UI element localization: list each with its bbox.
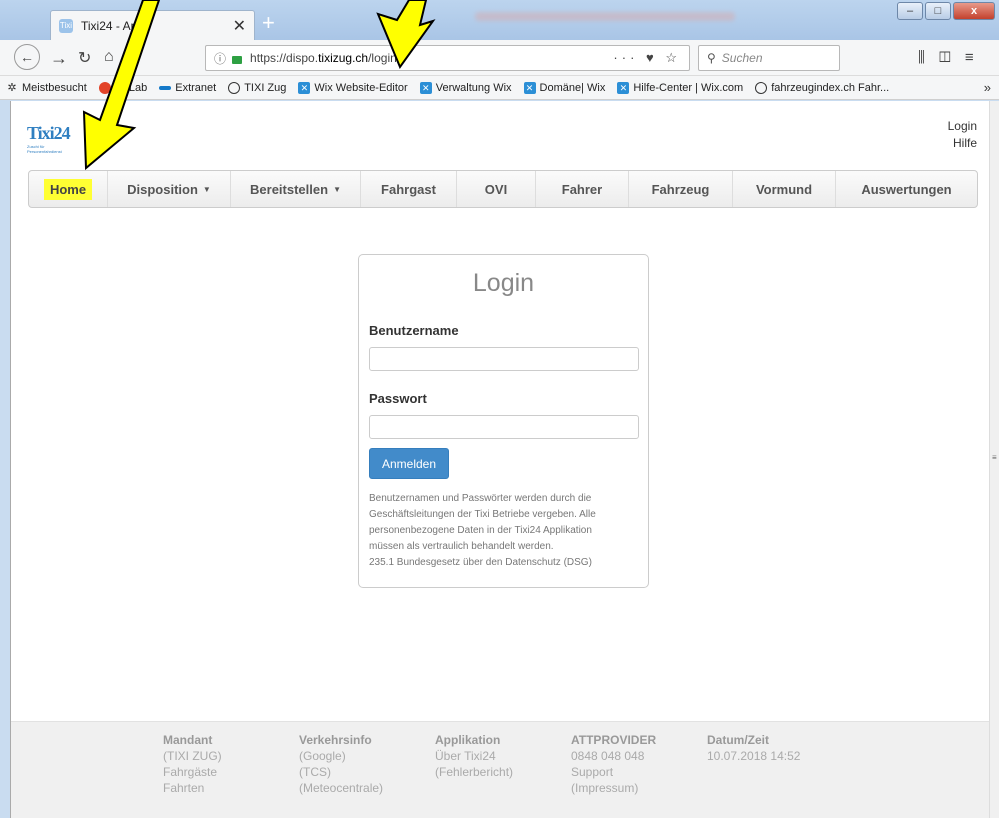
close-window-button[interactable]: x	[953, 2, 995, 20]
footer-link[interactable]: (Fehlerbericht)	[435, 764, 513, 780]
footer-link[interactable]: (Meteocentrale)	[299, 780, 383, 796]
globe-icon	[755, 81, 768, 94]
menu-item-fahrzeug[interactable]: Fahrzeug	[629, 171, 733, 207]
footer-link[interactable]: Support	[571, 764, 656, 780]
privacy-note: Benutzernamen und Passwörter werden durc…	[369, 493, 596, 568]
menu-icon[interactable]: ≡	[965, 49, 988, 66]
caret-down-icon: ▼	[333, 184, 341, 194]
close-tab-icon[interactable]: ✕	[233, 16, 246, 36]
tixi24-logo[interactable]: Tixi24 Zuschi für Personenfahrdienst	[27, 123, 71, 154]
help-link[interactable]: Hilfe	[948, 135, 977, 152]
bookmarks-overflow-button[interactable]: »	[984, 80, 991, 95]
new-tab-button[interactable]: +	[262, 10, 275, 36]
password-label: Passwort	[369, 391, 427, 406]
back-button[interactable]: ←	[14, 44, 40, 70]
browser-tab[interactable]: Tixi Tixi24 - App ✕	[50, 10, 255, 40]
footer-text: 0848 048 048	[571, 749, 645, 763]
page-content: Tixi24 Zuschi für Personenfahrdienst Log…	[10, 101, 990, 818]
url-text: https://dispo.tixizug.ch/login	[250, 51, 397, 65]
menu-item-vormund[interactable]: Vormund	[733, 171, 836, 207]
login-panel: Login Benutzername Passwort Anmelden Ben…	[358, 254, 649, 588]
site-favicon-icon: Tixi	[59, 18, 73, 33]
browser-titlebar: Tixi Tixi24 - App ✕ + – □ x	[0, 0, 999, 40]
menu-item-fahrer[interactable]: Fahrer	[536, 171, 629, 207]
vertical-scrollbar[interactable]: ≡	[989, 101, 999, 818]
menu-item-auswertungen[interactable]: Auswertungen	[836, 171, 977, 207]
menu-item-ovi[interactable]: OVI	[457, 171, 536, 207]
menu-item-home[interactable]: Home	[29, 171, 108, 207]
bookmark-domaene-wix[interactable]: ✕ Domäne| Wix	[523, 81, 605, 94]
menu-item-fahrgast[interactable]: Fahrgast	[361, 171, 457, 207]
page-actions[interactable]: ··· ♥ ☆	[613, 50, 681, 66]
wix-icon: ✕	[298, 81, 311, 94]
scroll-grip-icon: ≡	[992, 453, 997, 462]
footer-col-mandant: Mandant (TIXI ZUG) Fahrgäste Fahrten	[163, 733, 222, 796]
footer-col-datum: Datum/Zeit 10.07.2018 14:52	[707, 733, 801, 763]
footer-link[interactable]: (TCS)	[299, 764, 383, 780]
wix-icon: ✕	[419, 81, 432, 94]
lock-icon	[232, 56, 243, 64]
footer-link[interactable]: Fahrten	[163, 780, 222, 796]
bookmark-wix-editor[interactable]: ✕ Wix Website-Editor	[298, 81, 408, 94]
gitlab-icon	[98, 81, 111, 94]
username-label: Benutzername	[369, 323, 459, 338]
minimize-button[interactable]: –	[897, 2, 923, 20]
caret-down-icon: ▼	[202, 184, 211, 194]
forward-button[interactable]: →	[50, 48, 68, 69]
info-icon[interactable]: ⓘ	[214, 50, 226, 67]
star-icon: ✲	[7, 81, 17, 94]
login-title: Login	[472, 269, 535, 297]
bookmarks-bar: ✲ Meistbesucht GitLab Extranet TIXI Zug ✕…	[0, 76, 999, 100]
top-links: Login Hilfe	[948, 118, 977, 152]
bookmark-extranet[interactable]: Extranet	[159, 82, 216, 94]
url-bar[interactable]: ⓘ https://dispo.tixizug.ch/login ··· ♥ ☆	[205, 45, 690, 71]
blurred-window-title	[475, 12, 735, 21]
submit-login-button[interactable]: Anmelden	[369, 448, 449, 479]
extranet-icon	[159, 85, 172, 90]
menu-item-disposition[interactable]: Disposition ▼	[108, 171, 231, 207]
footer-datetime: 10.07.2018 14:52	[707, 749, 801, 763]
reload-button[interactable]: ↻	[78, 48, 91, 68]
login-link[interactable]: Login	[948, 118, 977, 135]
library-icon[interactable]: ⫼	[918, 49, 939, 66]
home-button[interactable]: ⌂	[104, 48, 114, 66]
search-input[interactable]: ⚲ Suchen	[698, 45, 840, 71]
footer-col-verkehrsinfo: Verkehrsinfo (Google) (TCS) (Meteocentra…	[299, 733, 384, 796]
bookmark-tixi-zug[interactable]: TIXI Zug	[228, 81, 286, 94]
bookmark-meistbesucht[interactable]: ✲ Meistbesucht	[6, 81, 86, 94]
footer-col-attprovider: ATTPROVIDER 0848 048 048 Support (Impres…	[571, 733, 657, 796]
page-footer: Mandant (TIXI ZUG) Fahrgäste Fahrten Ver…	[11, 721, 990, 818]
toolbar-icons[interactable]: ⫼◫≡	[918, 49, 988, 66]
footer-link[interactable]: Über Tixi24	[435, 748, 513, 764]
bookmark-gitlab[interactable]: GitLab	[98, 81, 147, 94]
main-menu: Home Disposition ▼ Bereitstellen ▼ Fahrgas…	[28, 170, 978, 208]
username-input[interactable]	[369, 347, 639, 371]
footer-link[interactable]: (Impressum)	[571, 780, 656, 796]
bookmark-fahrzeugindex[interactable]: fahrzeugindex.ch Fahr...	[755, 81, 889, 94]
search-icon: ⚲	[707, 51, 716, 65]
menu-item-bereitstellen[interactable]: Bereitstellen ▼	[231, 171, 361, 207]
footer-link[interactable]: Fahrgäste	[163, 764, 222, 780]
window-controls: – □ x	[897, 2, 995, 20]
password-input[interactable]	[369, 415, 639, 439]
globe-icon	[228, 81, 241, 94]
footer-link[interactable]: (Google)	[299, 748, 383, 764]
bookmark-verwaltung-wix[interactable]: ✕ Verwaltung Wix	[419, 81, 512, 94]
browser-navbar: ← → ↻ ⌂ ⓘ https://dispo.tixizug.ch/login…	[0, 40, 999, 76]
sidebar-icon[interactable]: ◫	[939, 49, 965, 66]
footer-link[interactable]: (TIXI ZUG)	[163, 748, 222, 764]
bookmark-hilfe-center[interactable]: ✕ Hilfe-Center | Wix.com	[617, 81, 743, 94]
tab-title: Tixi24 - App	[81, 18, 144, 33]
maximize-button[interactable]: □	[925, 2, 951, 20]
wix-icon: ✕	[617, 81, 630, 94]
footer-col-applikation: Applikation Über Tixi24 (Fehlerbericht)	[435, 733, 514, 780]
wix-icon: ✕	[523, 81, 536, 94]
